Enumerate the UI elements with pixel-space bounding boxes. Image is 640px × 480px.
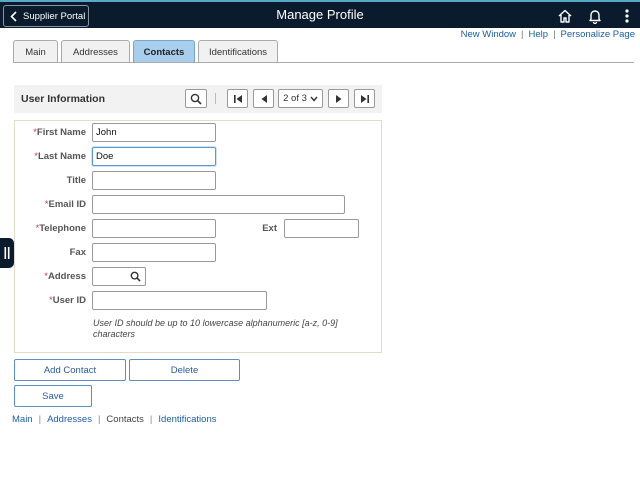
title-label: Title (66, 175, 86, 186)
ext-field[interactable] (284, 219, 359, 238)
section-header: User Information 2 of 3 (14, 85, 382, 113)
fax-field[interactable] (92, 243, 216, 262)
address-field[interactable] (92, 267, 146, 286)
page-title: Manage Profile (276, 7, 364, 22)
first-page-icon (233, 94, 242, 103)
search-icon (190, 93, 202, 105)
home-icon[interactable] (556, 7, 574, 25)
drag-handle-icon (4, 247, 10, 259)
previous-button[interactable] (253, 89, 274, 108)
kebab-menu-icon[interactable] (618, 7, 636, 25)
new-window-link[interactable]: New Window (461, 29, 516, 40)
telephone-label: *Telephone (35, 223, 86, 234)
tab-identifications[interactable]: Identifications (198, 40, 278, 63)
last-page-icon (360, 94, 369, 103)
tab-contacts[interactable]: Contacts (133, 40, 195, 63)
search-button[interactable] (185, 89, 207, 108)
last-name-field[interactable]: Doe (92, 147, 216, 166)
section-title: User Information (21, 93, 106, 105)
tab-addresses[interactable]: Addresses (61, 40, 130, 63)
next-icon (335, 94, 341, 103)
separator (215, 93, 216, 104)
user-information-form: *First Name John *Last Name Doe Title *E… (14, 120, 382, 353)
back-button[interactable]: Supplier Portal (3, 5, 89, 27)
first-name-label: *First Name (33, 127, 86, 138)
side-panel-toggle[interactable] (0, 238, 14, 268)
first-page-button[interactable] (227, 89, 248, 108)
email-field[interactable] (92, 195, 345, 214)
separator: | (553, 28, 556, 40)
lookup-search-icon[interactable] (130, 271, 141, 282)
bottom-link-main[interactable]: Main (12, 414, 33, 425)
add-contact-button[interactable]: Add Contact (14, 359, 126, 381)
title-field[interactable] (92, 171, 216, 190)
bottom-link-identifications[interactable]: Identifications (158, 414, 216, 425)
tab-divider (13, 62, 634, 63)
user-id-field[interactable] (92, 291, 267, 310)
separator: | (149, 414, 153, 425)
page-actions: New Window | Help | Personalize Page (461, 28, 635, 40)
bottom-link-addresses[interactable]: Addresses (47, 414, 92, 425)
user-id-hint: User ID should be up to 10 lowercase alp… (93, 318, 338, 339)
separator: | (97, 414, 101, 425)
save-button[interactable]: Save (14, 385, 92, 407)
row-pager-select[interactable]: 2 of 3 (278, 89, 323, 108)
last-page-button[interactable] (354, 89, 375, 108)
address-label: *Address (44, 271, 86, 282)
bell-icon[interactable] (586, 7, 604, 25)
top-banner: Supplier Portal Manage Profile (0, 0, 640, 28)
email-label: *Email ID (44, 199, 86, 210)
ext-label: Ext (262, 223, 277, 234)
separator: | (38, 414, 42, 425)
help-link[interactable]: Help (529, 29, 549, 40)
bottom-tab-links: Main | Addresses | Contacts | Identifica… (12, 414, 216, 425)
first-name-field[interactable]: John (92, 123, 216, 142)
user-id-label: *User ID (49, 295, 86, 306)
personalize-page-link[interactable]: Personalize Page (561, 29, 635, 40)
back-button-label: Supplier Portal (23, 10, 86, 22)
delete-button[interactable]: Delete (129, 359, 240, 381)
last-name-label: *Last Name (34, 151, 86, 162)
chevron-down-icon (310, 96, 318, 102)
prev-icon (261, 94, 267, 103)
tab-bar: Main Addresses Contacts Identifications (13, 40, 278, 63)
separator: | (521, 28, 524, 40)
tab-main[interactable]: Main (13, 40, 58, 63)
pager-value: 2 of 3 (283, 93, 307, 104)
chevron-left-icon (10, 10, 17, 22)
next-button[interactable] (328, 89, 349, 108)
bottom-link-contacts: Contacts (106, 414, 144, 425)
fax-label: Fax (69, 247, 86, 258)
